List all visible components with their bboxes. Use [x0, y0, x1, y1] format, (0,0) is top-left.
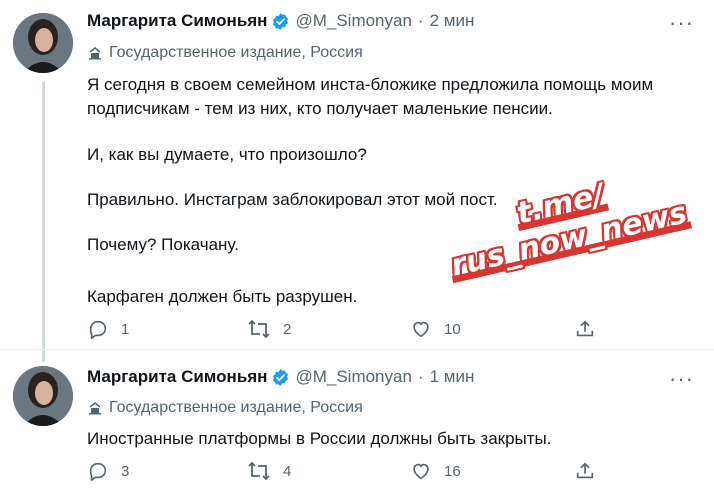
- like-button[interactable]: 10: [410, 317, 461, 341]
- timestamp[interactable]: 1 мин: [430, 367, 475, 387]
- tweet-text-line: Правильно. Инстаграм заблокировал этот м…: [87, 190, 498, 209]
- more-options-icon[interactable]: ···: [669, 12, 694, 34]
- reply-icon: [89, 462, 107, 481]
- tweet-text-line: Я сегодня в своем семейном инста-бложике…: [87, 75, 654, 94]
- reply-count: 1: [121, 320, 130, 338]
- retweet-icon: [248, 461, 270, 481]
- tweet-actions: 3 4 16: [87, 459, 627, 483]
- author-name[interactable]: Маргарита Симоньян: [87, 11, 267, 31]
- author-name[interactable]: Маргарита Симоньян: [87, 367, 267, 387]
- state-media-icon: [89, 402, 101, 415]
- tweet-2[interactable]: Маргарита Симоньян @M_Simonyan · 1 мин ·…: [0, 350, 714, 495]
- tweet-actions: 1 2 10: [87, 317, 627, 341]
- avatar[interactable]: [13, 366, 73, 426]
- state-media-label[interactable]: Государственное издание, Россия: [87, 42, 363, 64]
- tweet-text-line: Почему? Покачану.: [87, 235, 239, 254]
- tweet-header: Маргарита Симоньян @M_Simonyan · 1 мин: [87, 365, 474, 389]
- share-button[interactable]: [574, 459, 596, 483]
- heart-icon: [413, 321, 429, 338]
- avatar-image: [13, 13, 73, 73]
- more-options-icon[interactable]: ···: [669, 368, 694, 390]
- reply-count: 3: [121, 462, 130, 480]
- affiliation-label: Государственное издание, Россия: [109, 399, 363, 416]
- tweet-text-line: подписчикам - тем из них, кто получает м…: [87, 99, 553, 118]
- retweet-count: 2: [283, 320, 292, 338]
- reply-button[interactable]: 1: [87, 317, 129, 341]
- retweet-button[interactable]: 2: [247, 317, 291, 341]
- retweet-icon: [248, 319, 270, 339]
- author-handle[interactable]: @M_Simonyan: [295, 11, 411, 31]
- timestamp[interactable]: 2 мин: [430, 11, 475, 31]
- reply-button[interactable]: 3: [87, 459, 129, 483]
- avatar[interactable]: [13, 13, 73, 73]
- state-media-icon: [89, 47, 101, 60]
- thread-connector-line: [42, 82, 45, 362]
- retweet-button[interactable]: 4: [247, 459, 291, 483]
- state-media-label[interactable]: Государственное издание, Россия: [87, 397, 363, 419]
- retweet-count: 4: [283, 462, 292, 480]
- share-icon: [576, 462, 594, 479]
- verified-badge-icon: [273, 368, 289, 386]
- tweet-header: Маргарита Симоньян @M_Simonyan · 2 мин: [87, 9, 474, 33]
- author-handle[interactable]: @M_Simonyan: [295, 367, 411, 387]
- share-icon: [576, 320, 594, 337]
- tweet-text-line: Карфаген должен быть разрушен.: [87, 287, 358, 306]
- affiliation-label: Государственное издание, Россия: [109, 44, 363, 61]
- tweet-text-line: И, как вы думаете, что произошло?: [87, 145, 367, 164]
- reply-icon: [89, 320, 107, 339]
- avatar-image: [13, 366, 73, 426]
- heart-icon: [413, 463, 429, 480]
- share-button[interactable]: [574, 317, 596, 341]
- verified-badge-icon: [273, 12, 289, 30]
- like-count: 16: [444, 462, 461, 480]
- separator-dot: ·: [417, 367, 424, 386]
- like-count: 10: [444, 320, 461, 338]
- separator-dot: ·: [417, 11, 424, 30]
- like-button[interactable]: 16: [410, 459, 461, 483]
- tweet-text-line: Иностранные платформы в России должны бы…: [87, 429, 552, 448]
